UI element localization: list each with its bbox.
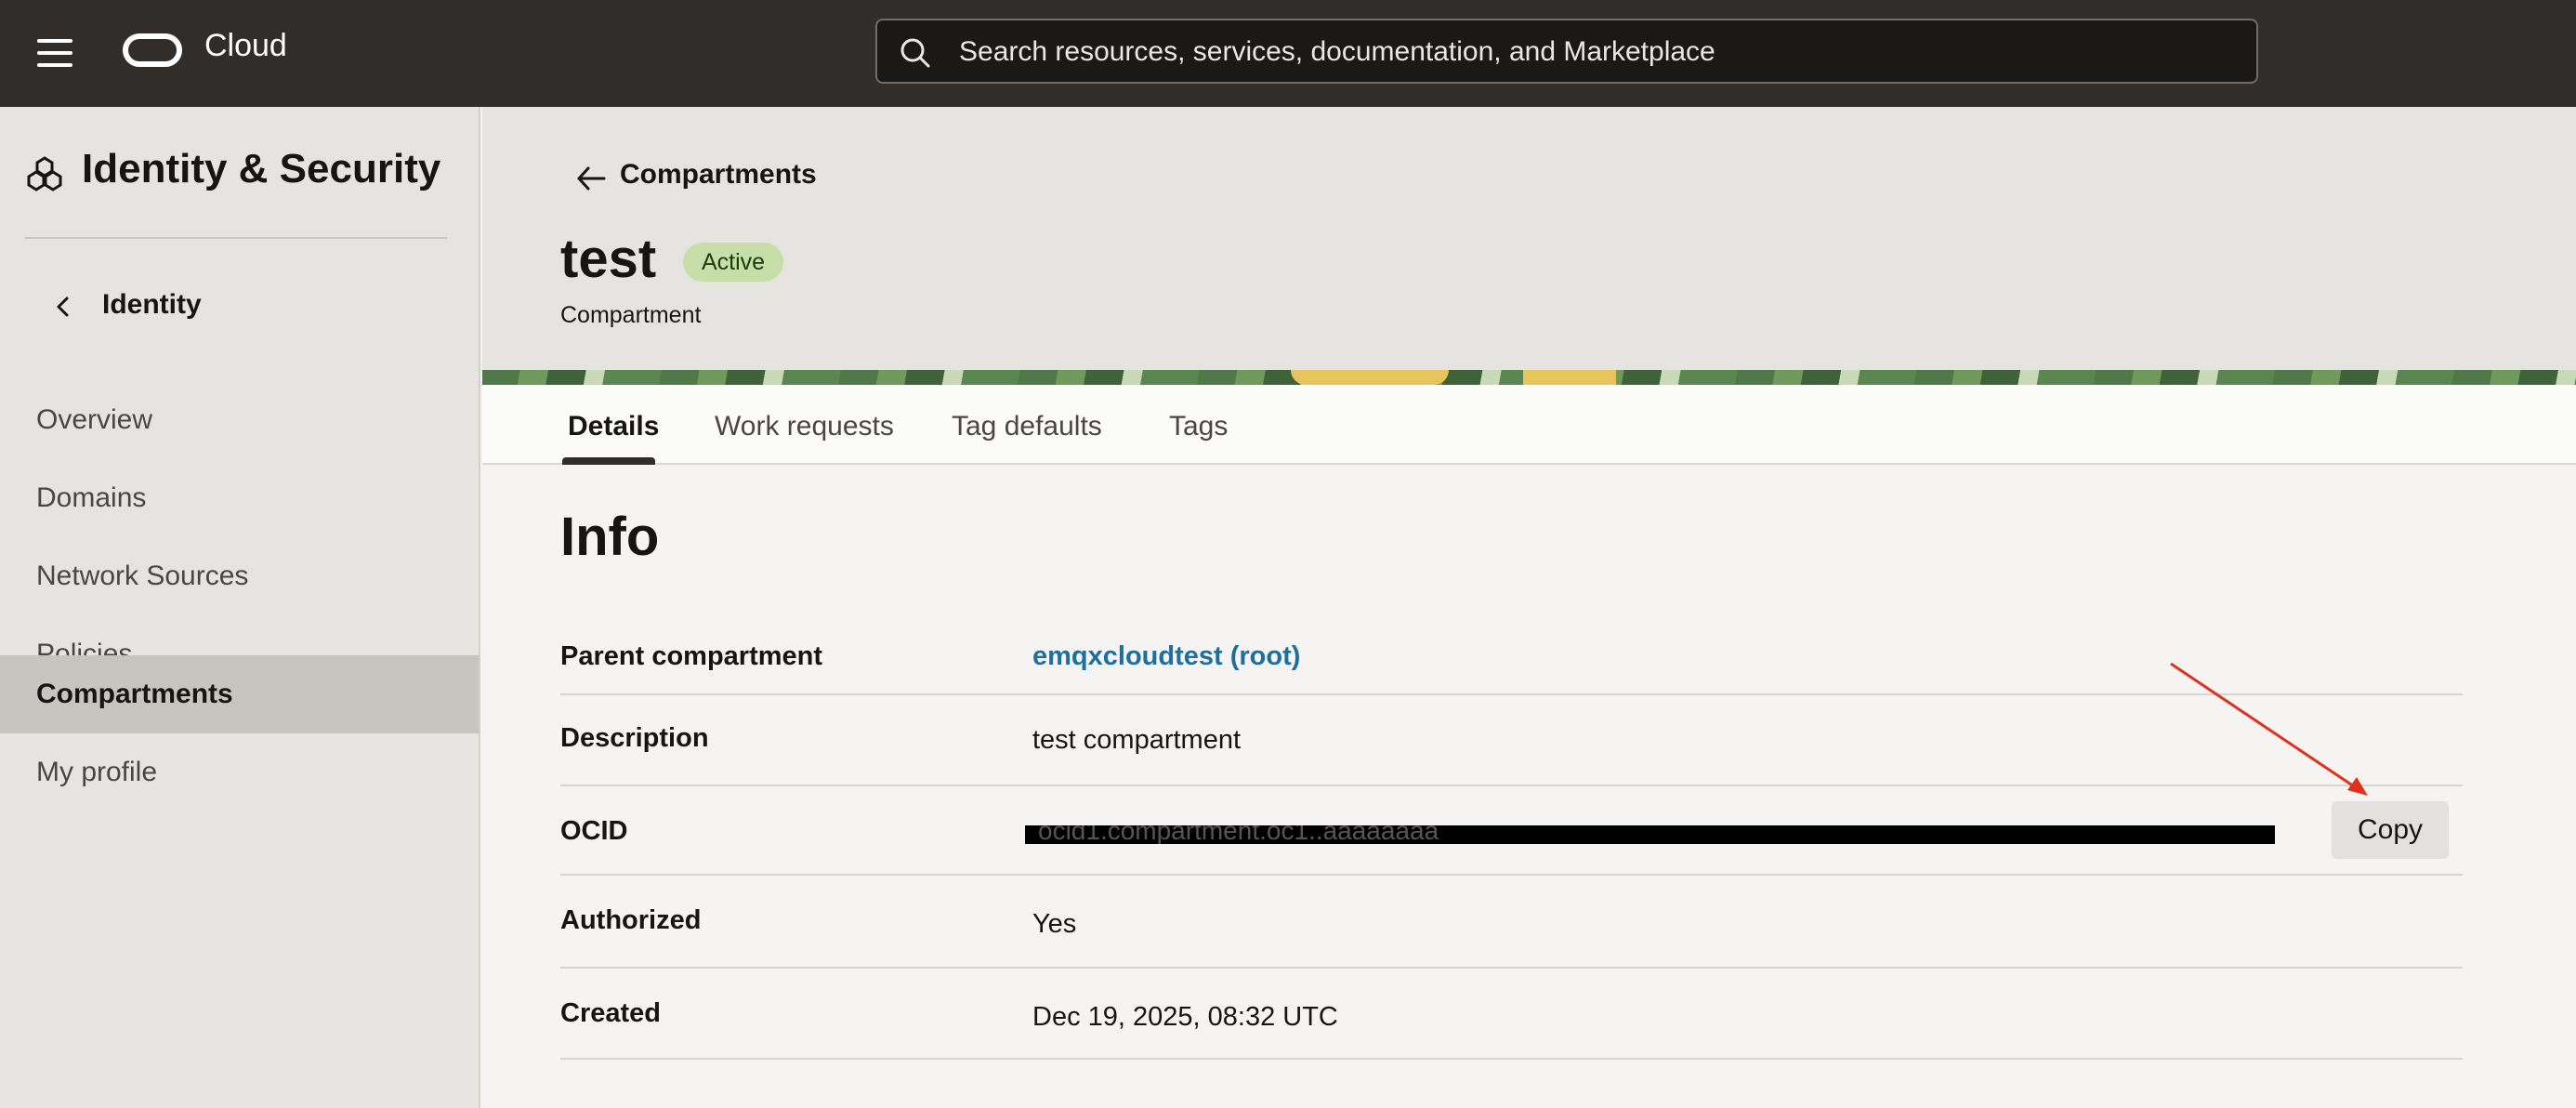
tab-bar: Details Work requests Tag defaults Tags: [482, 385, 2576, 465]
sidebar: Identity & Security Identity Overview Do…: [0, 107, 480, 1108]
row-key: OCID: [560, 816, 628, 846]
annotation-arrow-icon: [2170, 662, 2368, 796]
info-row-ocid: OCID ocid1.compartment.oc1..aaaaaaaa Cop…: [560, 786, 2463, 876]
hamburger-menu-icon[interactable]: [37, 39, 72, 67]
row-key: Authorized: [560, 905, 702, 935]
back-link-label: Compartments: [620, 159, 817, 190]
parent-compartment-link[interactable]: emqxcloudtest (root): [1032, 641, 1300, 672]
tab-tag-defaults[interactable]: Tag defaults: [952, 411, 1102, 442]
search-bar[interactable]: [875, 19, 2258, 84]
search-input[interactable]: [957, 20, 2243, 84]
decorative-banner: [482, 370, 2576, 385]
page-header: Compartments test Active Compartment: [482, 107, 2576, 372]
page-subtitle: Compartment: [560, 302, 702, 328]
info-row-created: Created Dec 19, 2025, 08:32 UTC: [560, 969, 2463, 1060]
brand-name[interactable]: Cloud: [204, 28, 287, 64]
row-value: Dec 19, 2025, 08:32 UTC: [1032, 1002, 1338, 1032]
oracle-logo-icon[interactable]: [123, 33, 182, 67]
row-key: Parent compartment: [560, 641, 823, 671]
search-icon: [900, 38, 930, 68]
copy-ocid-button[interactable]: Copy: [2332, 801, 2449, 859]
arrow-left-icon: [577, 166, 606, 191]
chevron-left-icon: [57, 297, 69, 317]
row-value: Yes: [1032, 909, 1077, 939]
tab-tags[interactable]: Tags: [1169, 411, 1228, 442]
sidebar-item-my-profile[interactable]: My profile: [0, 733, 479, 811]
ocid-redacted-value: ocid1.compartment.oc1..aaaaaaaa: [1025, 825, 2275, 844]
sidebar-divider: [25, 237, 447, 239]
row-key: Description: [560, 723, 709, 753]
tab-details[interactable]: Details: [568, 411, 659, 442]
identity-security-icon: [27, 156, 62, 191]
sidebar-item-network-sources[interactable]: Network Sources: [0, 537, 479, 615]
status-badge: Active: [683, 243, 784, 282]
sidebar-item-overview[interactable]: Overview: [0, 381, 479, 459]
ocid-value-text: ocid1.compartment.oc1..aaaaaaaa: [1038, 825, 1439, 844]
sidebar-title: Identity & Security: [82, 146, 441, 191]
row-key: Created: [560, 998, 661, 1028]
page-title: test: [560, 229, 657, 289]
sidebar-back-label: Identity: [102, 289, 202, 320]
sidebar-item-compartments[interactable]: Compartments: [0, 655, 479, 733]
row-value: test compartment: [1032, 725, 1242, 755]
sidebar-item-domains[interactable]: Domains: [0, 459, 479, 537]
active-tab-indicator: [562, 457, 655, 465]
tab-work-requests[interactable]: Work requests: [715, 411, 894, 442]
info-row-authorized: Authorized Yes: [560, 876, 2463, 969]
info-heading: Info: [560, 507, 660, 567]
top-bar: Cloud: [0, 0, 2576, 107]
